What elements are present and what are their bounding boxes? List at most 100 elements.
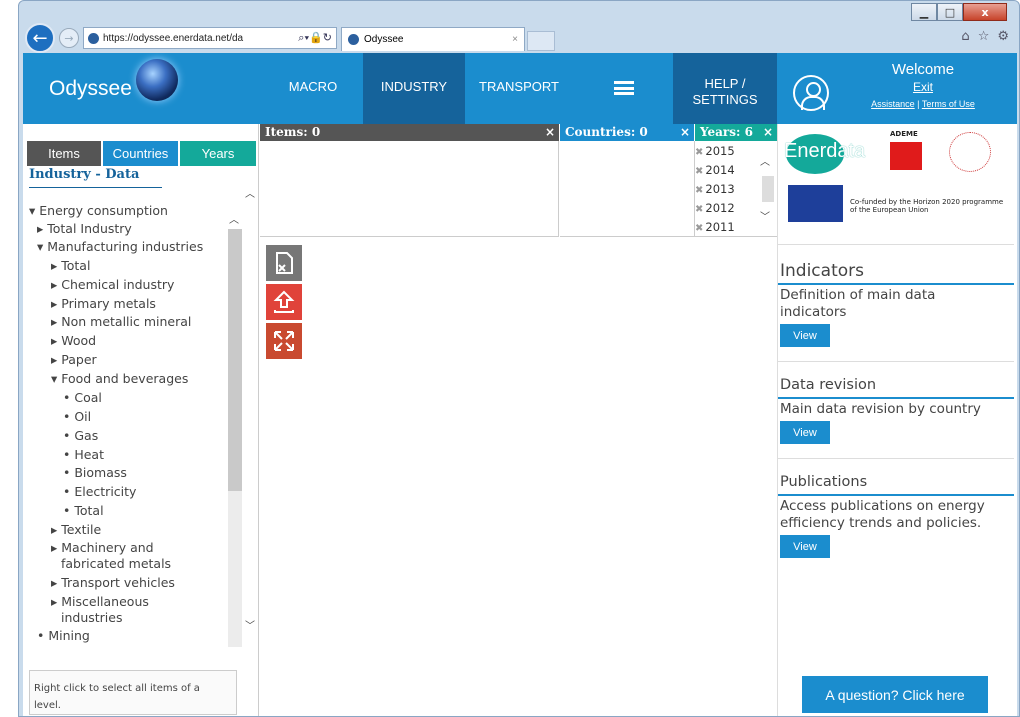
years-scrollbar-thumb[interactable] xyxy=(762,176,774,202)
remove-icon[interactable]: ✖ xyxy=(695,147,703,158)
upload-icon xyxy=(273,290,295,313)
browser-tab[interactable]: Odyssee × xyxy=(341,27,525,51)
minimize-button[interactable]: ▁ xyxy=(911,3,937,21)
tab-close-button[interactable]: × xyxy=(512,34,518,45)
chevron-down-icon[interactable]: ﹀ xyxy=(760,208,770,223)
chevron-up-icon[interactable]: ︿ xyxy=(760,153,770,168)
help-settings-button[interactable]: HELP / SETTINGS xyxy=(673,53,777,124)
nav-transport[interactable]: TRANSPORT xyxy=(469,53,569,124)
tree-scrollbar-thumb[interactable] xyxy=(228,229,242,491)
revision-view-button[interactable]: View xyxy=(780,421,830,444)
tree-leaf[interactable]: • Gas xyxy=(63,428,98,443)
tree-node[interactable]: ▾ Food and beverages xyxy=(51,371,188,386)
chevron-down-icon[interactable]: ﹀ xyxy=(245,617,255,632)
remove-icon[interactable]: ✖ xyxy=(695,204,703,215)
tree-leaf[interactable]: • Electricity xyxy=(63,484,136,499)
maximize-button[interactable]: □ xyxy=(937,3,963,21)
tree-leaf[interactable]: • Coal xyxy=(63,390,102,405)
indicators-title: Indicators xyxy=(780,261,864,281)
tree-node[interactable]: ▾ Energy consumption xyxy=(29,203,168,218)
tree-node[interactable]: ▸ Machinery and xyxy=(51,540,154,555)
hint-text: Right click to select all items of a xyxy=(34,683,200,694)
question-button[interactable]: A question? Click here xyxy=(802,676,988,713)
favorites-star-icon[interactable]: ☆ xyxy=(978,29,990,44)
tab-countries[interactable]: Countries xyxy=(103,141,178,166)
clear-selection-button[interactable] xyxy=(266,245,302,281)
indicators-view-button[interactable]: View xyxy=(780,324,830,347)
list-item[interactable]: ✖ 2012 xyxy=(695,201,735,215)
hamburger-menu-icon[interactable] xyxy=(614,81,634,95)
list-item[interactable]: ✖ 2015 xyxy=(695,144,735,158)
gear-icon[interactable]: ⚙ xyxy=(997,29,1009,44)
chevron-up-icon[interactable]: ︿ xyxy=(229,211,239,226)
clear-items-button[interactable]: × xyxy=(545,124,555,141)
clear-countries-button[interactable]: × xyxy=(680,124,690,141)
assistance-links: Assistance | Terms of Use xyxy=(843,99,1003,109)
tree-node[interactable]: ▸ Textile xyxy=(51,522,101,537)
tree-node[interactable]: ▸ Wood xyxy=(51,333,96,348)
address-bar[interactable]: https://odyssee.enerdata.net/da ⌕▾🔒↻ xyxy=(83,27,337,49)
remove-icon[interactable]: ✖ xyxy=(695,223,703,234)
close-window-button[interactable]: x xyxy=(963,3,1007,21)
list-item[interactable]: ✖ 2014 xyxy=(695,163,735,177)
tree-leaf[interactable]: • Oil xyxy=(63,409,91,424)
title-underline xyxy=(29,187,162,188)
site-logo[interactable]: Odyssee xyxy=(49,77,132,101)
enerdata-logo[interactable]: Enerdata xyxy=(784,140,865,163)
tree-node[interactable]: ▸ Total Industry xyxy=(37,221,132,236)
indicators-description: Definition of main data indicators xyxy=(780,287,936,320)
tree-node-continued[interactable]: industries xyxy=(61,610,122,625)
tree-node[interactable]: ▾ Manufacturing industries xyxy=(37,239,203,254)
globe-logo-icon xyxy=(136,59,178,101)
remove-icon[interactable]: ✖ xyxy=(695,166,703,177)
countries-count: Countries: 0 xyxy=(565,125,648,139)
tree-leaf[interactable]: • Total xyxy=(63,503,104,518)
eu-funding-text: Co-funded by the Horizon 2020 programme … xyxy=(850,198,1003,214)
arrow-left-icon: ← xyxy=(32,27,48,49)
eu-funding-line: of the European Union xyxy=(850,206,929,214)
tree-node[interactable]: ▸ Non metallic mineral xyxy=(51,314,191,329)
window-controls: ▁ □ x xyxy=(911,3,1007,21)
fullscreen-button[interactable] xyxy=(266,323,302,359)
terms-link[interactable]: Terms of Use xyxy=(922,99,975,109)
publications-view-button[interactable]: View xyxy=(780,535,830,558)
tree-node[interactable]: ▸ Miscellaneous xyxy=(51,594,149,609)
assistance-link[interactable]: Assistance xyxy=(871,99,915,109)
years-count: Years: 6 xyxy=(700,125,753,139)
sidebar-title: Industry - Data xyxy=(29,167,140,182)
top-navigation: Odyssee MACRO INDUSTRY TRANSPORT HELP / … xyxy=(23,53,1017,124)
tree-node[interactable]: ▸ Transport vehicles xyxy=(51,575,175,590)
list-item[interactable]: ✖ 2013 xyxy=(695,182,735,196)
export-button[interactable] xyxy=(266,284,302,320)
revision-underline xyxy=(778,397,1014,399)
tree-node[interactable]: ▸ Paper xyxy=(51,352,97,367)
countries-header: Countries: 0 × xyxy=(560,124,694,141)
tree-leaf[interactable]: • Biomass xyxy=(63,465,127,480)
divider xyxy=(778,361,1014,362)
search-icon[interactable]: ⌕▾🔒↻ xyxy=(294,31,336,45)
forward-button[interactable]: → xyxy=(59,28,79,48)
list-item[interactable]: ✖ 2011 xyxy=(695,220,735,234)
tab-items[interactable]: Items xyxy=(27,141,101,166)
exit-link[interactable]: Exit xyxy=(843,80,1003,94)
tree-leaf[interactable]: • Mining xyxy=(37,628,90,643)
tree-leaf[interactable]: • Heat xyxy=(63,447,104,462)
year-label: 2013 xyxy=(705,182,735,196)
nav-industry[interactable]: INDUSTRY xyxy=(363,53,465,124)
arrow-right-icon: → xyxy=(64,31,74,45)
home-icon[interactable]: ⌂ xyxy=(961,29,969,44)
tree-node-continued[interactable]: fabricated metals xyxy=(61,556,171,571)
new-tab-button[interactable] xyxy=(527,31,555,51)
tree-node[interactable]: ▸ Total xyxy=(51,258,90,273)
user-avatar-icon[interactable] xyxy=(793,75,829,111)
tree-node[interactable]: ▸ Primary metals xyxy=(51,296,156,311)
stars-logo-icon xyxy=(949,132,991,172)
remove-icon[interactable]: ✖ xyxy=(695,185,703,196)
tab-years[interactable]: Years xyxy=(180,141,256,166)
tree-node[interactable]: ▸ Chemical industry xyxy=(51,277,174,292)
hint-box: Right click to select all items of a lev… xyxy=(29,670,237,715)
back-button[interactable]: ← xyxy=(25,23,55,53)
clear-years-button[interactable]: × xyxy=(763,124,773,141)
nav-macro[interactable]: MACRO xyxy=(268,53,358,124)
chevron-up-icon[interactable]: ︿ xyxy=(245,185,255,200)
